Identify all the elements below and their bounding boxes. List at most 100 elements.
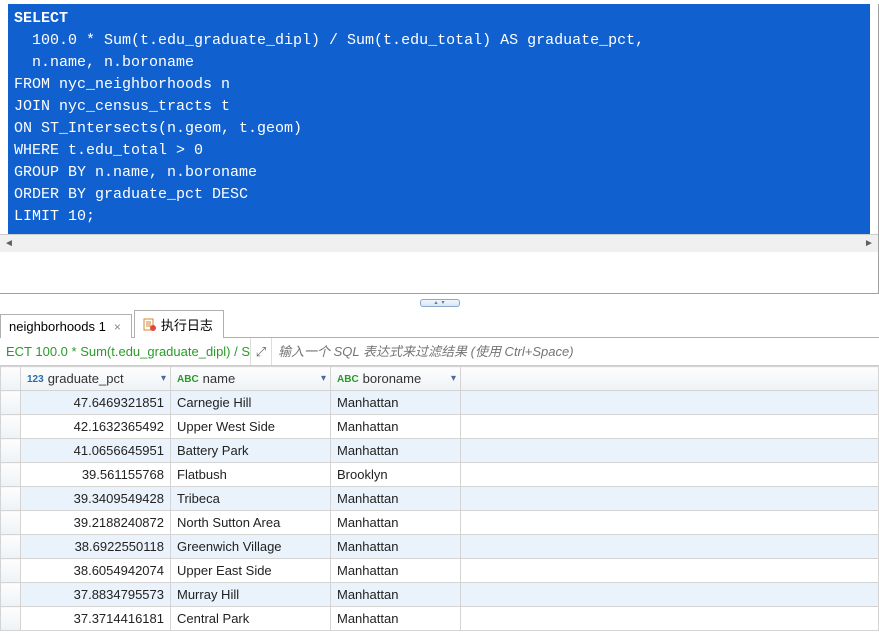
row-header[interactable] (1, 607, 21, 631)
expand-icon[interactable]: ⤢ (250, 338, 272, 365)
cell-name[interactable]: Central Park (171, 607, 331, 631)
splitter[interactable]: ▴ ▾ (0, 294, 879, 312)
cell-graduate-pct[interactable]: 37.3714416181 (21, 607, 171, 631)
cell-empty (461, 583, 879, 607)
table-row[interactable]: 39.561155768FlatbushBrooklyn (1, 463, 879, 487)
cell-boroname[interactable]: Brooklyn (331, 463, 461, 487)
cell-empty (461, 487, 879, 511)
sql-line: ON ST_Intersects(n.geom, t.geom) (14, 120, 302, 137)
cell-graduate-pct[interactable]: 39.3409549428 (21, 487, 171, 511)
table-row[interactable]: 41.0656645951Battery ParkManhattan (1, 439, 879, 463)
text-type-icon: ABC (337, 374, 359, 385)
cell-boroname[interactable]: Manhattan (331, 415, 461, 439)
cell-boroname[interactable]: Manhattan (331, 559, 461, 583)
cell-name[interactable]: North Sutton Area (171, 511, 331, 535)
close-icon[interactable]: × (114, 320, 121, 334)
cell-graduate-pct[interactable]: 42.1632365492 (21, 415, 171, 439)
sql-line: LIMIT 10; (14, 208, 95, 225)
row-header[interactable] (1, 439, 21, 463)
scroll-right-icon[interactable]: ► (860, 235, 878, 253)
sql-line: GROUP BY n.name, n.boroname (14, 164, 257, 181)
chevron-down-icon[interactable]: ▾ (451, 373, 456, 384)
cell-boroname[interactable]: Manhattan (331, 487, 461, 511)
cell-name[interactable]: Upper West Side (171, 415, 331, 439)
tab-log-label: 执行日志 (161, 315, 213, 334)
cell-graduate-pct[interactable]: 41.0656645951 (21, 439, 171, 463)
cell-boroname[interactable]: Manhattan (331, 583, 461, 607)
row-header[interactable] (1, 535, 21, 559)
cell-graduate-pct[interactable]: 39.561155768 (21, 463, 171, 487)
cell-boroname[interactable]: Manhattan (331, 511, 461, 535)
table-row[interactable]: 37.3714416181Central ParkManhattan (1, 607, 879, 631)
splitter-handle[interactable]: ▴ ▾ (420, 299, 460, 307)
cell-graduate-pct[interactable]: 38.6922550118 (21, 535, 171, 559)
cell-empty (461, 559, 879, 583)
cell-boroname[interactable]: Manhattan (331, 535, 461, 559)
table-row[interactable]: 38.6922550118Greenwich VillageManhattan (1, 535, 879, 559)
row-header[interactable] (1, 391, 21, 415)
result-tabs: neighborhoods 1 × 执行日志 (0, 312, 879, 338)
cell-name[interactable]: Tribeca (171, 487, 331, 511)
sql-editor[interactable]: SELECT 100.0 * Sum(t.edu_graduate_dipl) … (8, 4, 870, 234)
scroll-left-icon[interactable]: ◄ (0, 235, 18, 253)
table-row[interactable]: 39.2188240872North Sutton AreaManhattan (1, 511, 879, 535)
cell-name[interactable]: Flatbush (171, 463, 331, 487)
table-row[interactable]: 47.6469321851Carnegie HillManhattan (1, 391, 879, 415)
cell-name[interactable]: Greenwich Village (171, 535, 331, 559)
column-header-name[interactable]: ABC name ▾ (171, 367, 331, 391)
cell-empty (461, 511, 879, 535)
cell-graduate-pct[interactable]: 39.2188240872 (21, 511, 171, 535)
text-type-icon: ABC (177, 374, 199, 385)
table-row[interactable]: 38.6054942074Upper East SideManhattan (1, 559, 879, 583)
row-header[interactable] (1, 415, 21, 439)
log-icon (143, 318, 157, 332)
chevron-down-icon[interactable]: ▾ (161, 373, 166, 384)
editor-horizontal-scrollbar[interactable]: ◄ ► (0, 234, 878, 252)
column-label: graduate_pct (48, 371, 124, 386)
filter-bar: ECT 100.0 * Sum(t.edu_graduate_dipl) / S… (0, 338, 879, 366)
column-header-boroname[interactable]: ABC boroname ▾ (331, 367, 461, 391)
column-label: boroname (363, 371, 422, 386)
column-label: name (203, 371, 236, 386)
tab-execution-log[interactable]: 执行日志 (134, 310, 224, 338)
sql-line: FROM nyc_neighborhoods n (14, 76, 230, 93)
table-row[interactable]: 39.3409549428TribecaManhattan (1, 487, 879, 511)
grid-header-row: 123 graduate_pct ▾ ABC name ▾ ABC boroname … (1, 367, 879, 391)
cell-boroname[interactable]: Manhattan (331, 391, 461, 415)
cell-boroname[interactable]: Manhattan (331, 439, 461, 463)
cell-empty (461, 415, 879, 439)
cell-empty (461, 439, 879, 463)
column-header-empty (461, 367, 879, 391)
row-header[interactable] (1, 511, 21, 535)
number-type-icon: 123 (27, 374, 44, 385)
sql-line: 100.0 * Sum(t.edu_graduate_dipl) / Sum(t… (14, 32, 644, 49)
cell-name[interactable]: Battery Park (171, 439, 331, 463)
cell-boroname[interactable]: Manhattan (331, 607, 461, 631)
sql-line: JOIN nyc_census_tracts t (14, 98, 230, 115)
sql-editor-panel: SELECT 100.0 * Sum(t.edu_graduate_dipl) … (0, 4, 879, 294)
cell-graduate-pct[interactable]: 38.6054942074 (21, 559, 171, 583)
chevron-up-icon: ▴ (434, 300, 437, 306)
results-grid: 123 graduate_pct ▾ ABC name ▾ ABC boroname … (0, 366, 879, 631)
tab-results[interactable]: neighborhoods 1 × (0, 314, 132, 338)
corner-cell[interactable] (1, 367, 21, 391)
table-row[interactable]: 42.1632365492Upper West SideManhattan (1, 415, 879, 439)
table-row[interactable]: 37.8834795573Murray HillManhattan (1, 583, 879, 607)
cell-name[interactable]: Murray Hill (171, 583, 331, 607)
row-header[interactable] (1, 487, 21, 511)
cell-graduate-pct[interactable]: 37.8834795573 (21, 583, 171, 607)
sql-line: n.name, n.boroname (14, 54, 194, 71)
cell-graduate-pct[interactable]: 47.6469321851 (21, 391, 171, 415)
chevron-down-icon: ▾ (442, 300, 445, 306)
tab-results-label: neighborhoods 1 (9, 319, 106, 334)
filter-input[interactable] (272, 338, 879, 365)
cell-name[interactable]: Upper East Side (171, 559, 331, 583)
row-header[interactable] (1, 583, 21, 607)
chevron-down-icon[interactable]: ▾ (321, 373, 326, 384)
row-header[interactable] (1, 559, 21, 583)
column-header-graduate-pct[interactable]: 123 graduate_pct ▾ (21, 367, 171, 391)
cell-empty (461, 535, 879, 559)
cell-name[interactable]: Carnegie Hill (171, 391, 331, 415)
sql-line: WHERE t.edu_total > 0 (14, 142, 203, 159)
row-header[interactable] (1, 463, 21, 487)
